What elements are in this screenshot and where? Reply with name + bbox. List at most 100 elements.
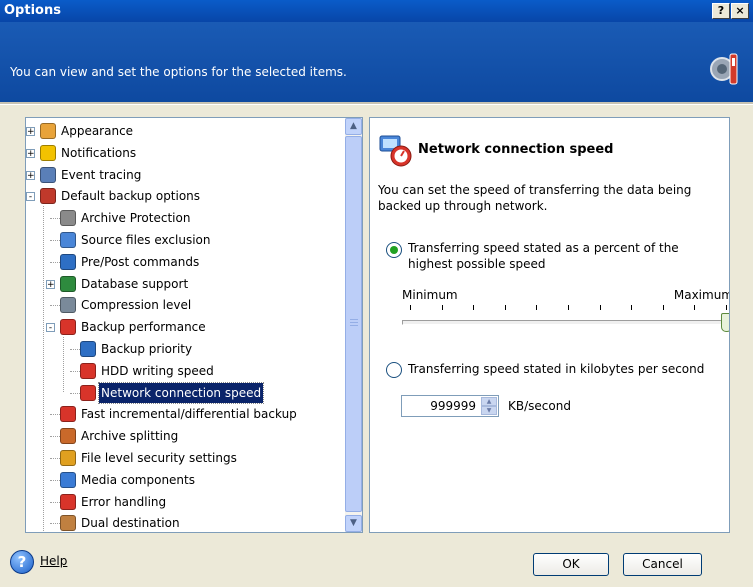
priority-icon xyxy=(80,341,96,357)
expand-icon[interactable]: + xyxy=(26,148,35,158)
cancel-button[interactable]: Cancel xyxy=(623,553,702,576)
tree-item-label[interactable]: HDD writing speed xyxy=(99,361,216,381)
shield-icon xyxy=(60,275,76,292)
slider-tick xyxy=(568,305,569,310)
tree-item-label[interactable]: Backup priority xyxy=(99,339,194,359)
scroll-down-button[interactable]: ▼ xyxy=(345,515,362,532)
slider-tick xyxy=(473,305,475,310)
header-banner: You can view and set the options for the… xyxy=(0,22,753,102)
expand-icon[interactable]: + xyxy=(46,279,55,289)
slider-tick xyxy=(410,305,411,310)
tree-item-label[interactable]: Backup performance xyxy=(79,317,208,337)
slider-tick xyxy=(599,305,601,310)
tree-item-label[interactable]: Archive splitting xyxy=(79,426,180,446)
tree-item-label[interactable]: Default backup options xyxy=(59,186,202,206)
security-icon xyxy=(60,450,76,466)
backup-options-icon xyxy=(40,188,56,205)
help-title-button[interactable]: ? xyxy=(712,3,730,19)
tree-connector xyxy=(50,414,60,416)
collapse-icon[interactable]: - xyxy=(46,323,55,333)
incremental-icon xyxy=(60,406,76,423)
tree-item-label[interactable]: File level security settings xyxy=(79,448,239,468)
tree-item-label[interactable]: Archive Protection xyxy=(79,208,192,228)
tree-item-label[interactable]: Network connection speed xyxy=(97,381,265,404)
slider-tick xyxy=(441,305,443,310)
tree-connector xyxy=(50,261,60,263)
tree-scrollbar[interactable]: ▲ ▼ xyxy=(345,118,362,532)
slider-tick xyxy=(536,305,538,310)
gauge-icon xyxy=(80,362,96,379)
network-speed-icon xyxy=(379,135,412,167)
filter-icon xyxy=(60,232,76,248)
percent-speed-radio[interactable] xyxy=(386,242,402,258)
help-label[interactable]: Help xyxy=(40,554,67,568)
tree-item-label[interactable]: Pre/Post commands xyxy=(79,252,201,272)
close-button[interactable]: × xyxy=(731,3,749,19)
tree-item-label[interactable]: Compression level xyxy=(79,295,193,315)
tree-connector xyxy=(50,240,60,241)
scroll-thumb[interactable] xyxy=(345,136,362,512)
slider-min-label: Minimum xyxy=(402,288,458,302)
panel-title: Network connection speed xyxy=(418,142,614,157)
tree-item-label[interactable]: Database support xyxy=(79,274,190,294)
tools-icon xyxy=(710,53,738,85)
kb-speed-stepper[interactable]: 999999 ▲ ▼ xyxy=(401,395,499,417)
dual-destination-icon xyxy=(60,515,76,532)
tree-item-label[interactable]: Event tracing xyxy=(59,165,143,185)
tree-item-label[interactable]: Source files exclusion xyxy=(79,230,213,250)
lock-icon xyxy=(60,210,76,227)
media-icon xyxy=(60,471,76,488)
expand-icon[interactable]: + xyxy=(26,127,35,137)
gauge-icon xyxy=(80,384,96,401)
ok-button[interactable]: OK xyxy=(533,553,609,576)
tree-connector xyxy=(50,458,60,459)
stepper-down-icon[interactable]: ▼ xyxy=(481,406,497,415)
window-title: Options xyxy=(4,3,61,18)
percent-speed-label: Transferring speed stated as a percent o… xyxy=(408,241,679,271)
event-tracing-icon xyxy=(40,166,56,183)
expand-icon[interactable]: + xyxy=(26,170,35,180)
tree-item-label[interactable]: Dual destination xyxy=(79,513,182,532)
stepper-up-icon[interactable]: ▲ xyxy=(481,397,497,406)
help-icon[interactable]: ? xyxy=(10,550,34,574)
slider-tick xyxy=(694,305,696,310)
tree-connector xyxy=(50,523,60,525)
speed-slider-thumb[interactable] xyxy=(721,313,729,332)
scroll-up-button[interactable]: ▲ xyxy=(345,118,362,135)
tree-connector xyxy=(50,218,60,220)
tree-connector xyxy=(50,479,60,481)
tree-item-label[interactable]: Error handling xyxy=(79,492,168,512)
tree-item-label[interactable]: Media components xyxy=(79,470,197,490)
slider-tick xyxy=(504,305,506,310)
tree-item-label[interactable]: Appearance xyxy=(59,121,135,141)
kb-speed-label: Transferring speed stated in kilobytes p… xyxy=(408,362,705,376)
tree-item-label[interactable]: Notifications xyxy=(59,143,138,163)
notifications-icon xyxy=(40,144,56,161)
compression-icon xyxy=(60,297,76,314)
options-tree[interactable]: + Appearance + Notifications + Event tracing -… xyxy=(25,117,363,533)
splitting-icon xyxy=(60,428,76,445)
tree-connector xyxy=(70,370,80,372)
appearance-icon xyxy=(40,123,56,139)
banner-description: You can view and set the options for the… xyxy=(10,65,347,79)
tree-content: + Appearance + Notifications + Event tracing -… xyxy=(26,118,344,532)
panel-description: You can set the speed of transferring th… xyxy=(378,183,692,213)
kb-speed-value[interactable]: 999999 xyxy=(430,399,476,413)
collapse-icon[interactable]: - xyxy=(26,192,35,202)
error-icon xyxy=(60,493,76,510)
slider-max-label: Maximum xyxy=(673,288,730,302)
kb-unit-label: KB/second xyxy=(508,399,571,413)
tree-connector xyxy=(50,305,60,307)
tree-connector xyxy=(70,349,80,350)
commands-icon xyxy=(60,253,76,270)
speed-slider-track[interactable] xyxy=(402,320,729,325)
tree-guide-line xyxy=(43,206,44,532)
title-bar: Options ? × xyxy=(0,0,753,22)
tree-item-label[interactable]: Fast incremental/differential backup xyxy=(79,404,299,424)
kb-speed-radio[interactable] xyxy=(386,362,402,378)
banner-separator xyxy=(0,102,753,105)
slider-tick xyxy=(726,305,727,310)
slider-tick xyxy=(662,305,664,310)
gauge-icon xyxy=(60,319,76,336)
slider-ticks xyxy=(410,305,727,311)
